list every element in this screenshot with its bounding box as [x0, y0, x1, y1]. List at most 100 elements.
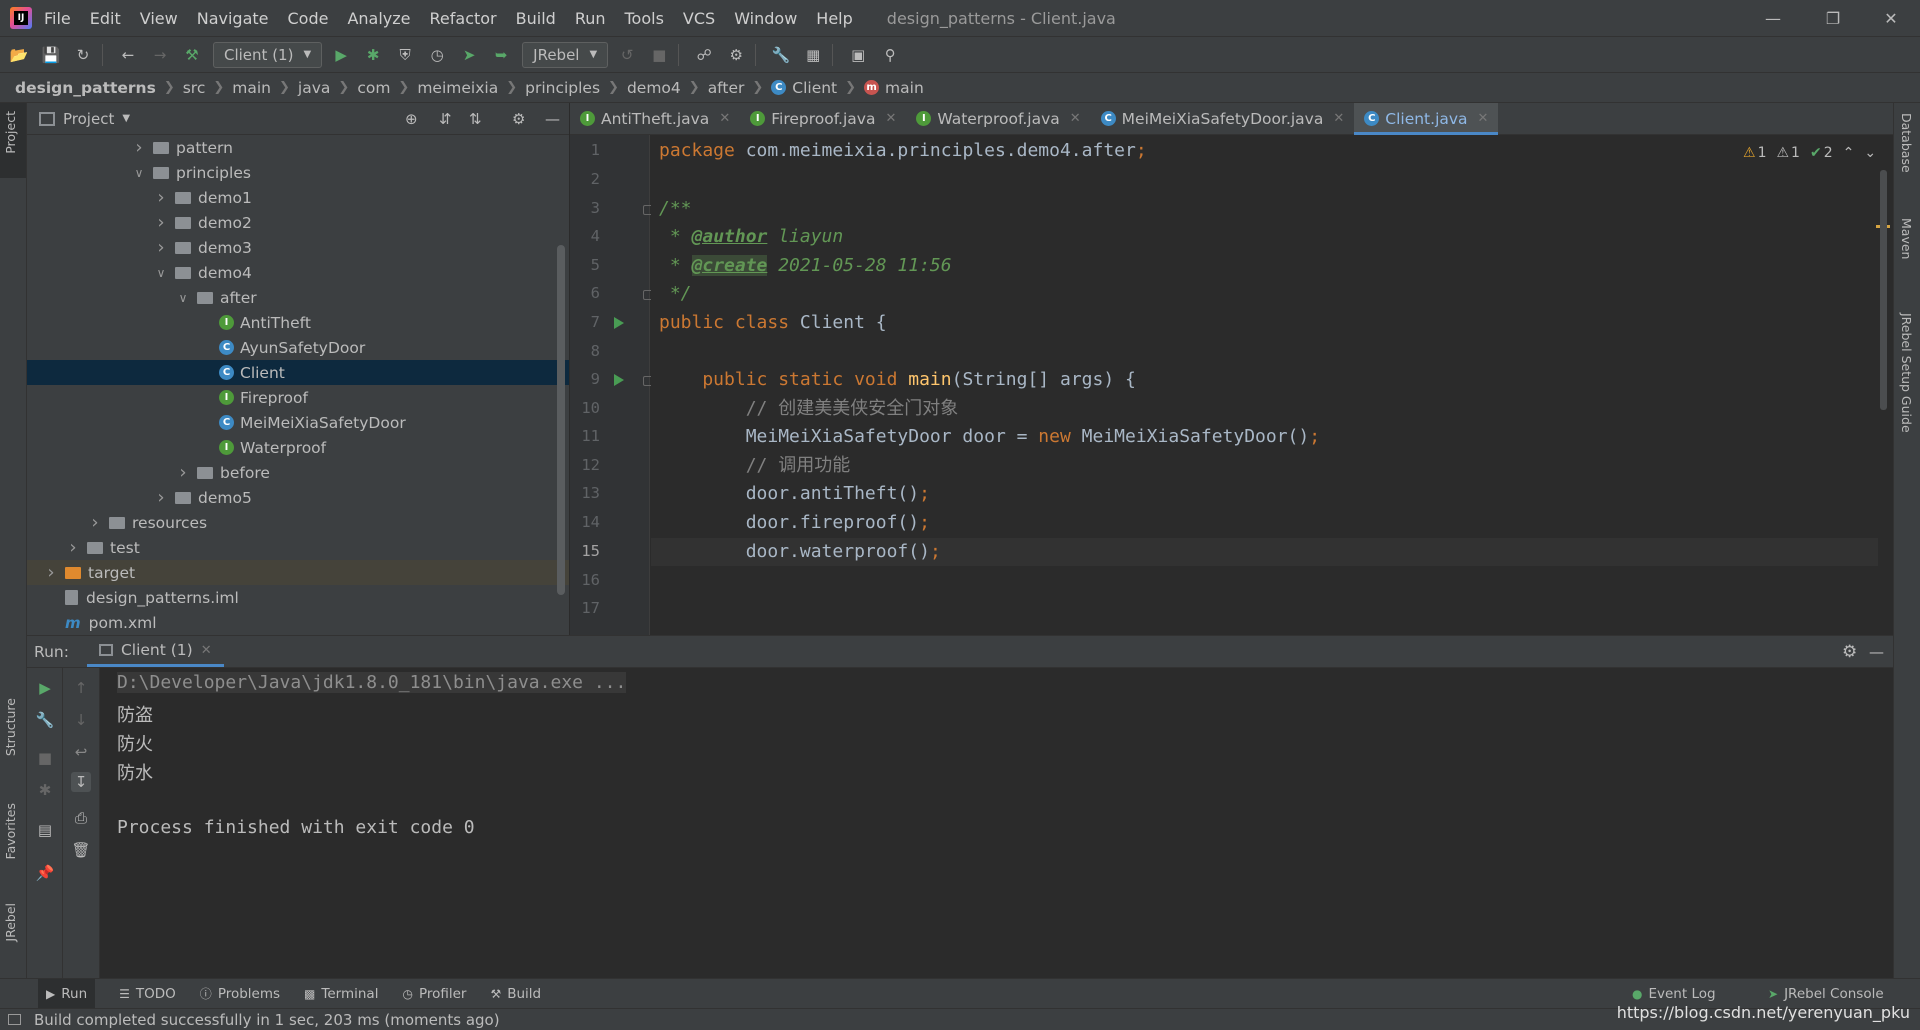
tab-client[interactable]: C Client.java ✕ — [1354, 102, 1499, 135]
menu-edit[interactable]: Edit — [90, 9, 121, 28]
update-icon[interactable]: ⚙ — [723, 42, 749, 68]
tab-fireproof[interactable]: I Fireproof.java ✕ — [740, 103, 906, 135]
inspection-widget[interactable]: ⚠ 1 ⚠ 1 ✔ 2 ⌃ ⌄ — [1733, 143, 1876, 163]
structure-tool-tab[interactable]: Structure — [3, 698, 18, 756]
restore-icon[interactable]: ❐ — [1810, 0, 1856, 36]
breadcrumb-item[interactable]: main — [232, 79, 271, 97]
layout-icon[interactable]: ▤ — [35, 820, 55, 840]
tree-item[interactable]: m pom.xml — [27, 610, 569, 635]
line-number[interactable]: 15 — [570, 542, 600, 560]
line-number[interactable]: 10 — [570, 399, 600, 417]
stop-icon[interactable]: ■ — [35, 748, 55, 768]
hide-panel-icon[interactable]: — — [545, 110, 560, 128]
run-gutter-icon[interactable] — [614, 317, 624, 329]
breadcrumb-item[interactable]: after — [708, 79, 745, 97]
menu-help[interactable]: Help — [816, 9, 852, 28]
tree-item[interactable]: › demo2 — [27, 210, 569, 235]
close-icon[interactable]: ✕ — [719, 111, 730, 126]
database-tool-tab[interactable]: Database — [1899, 113, 1914, 173]
sync-icon[interactable]: ↻ — [70, 42, 96, 68]
build-hammer-icon[interactable]: ⚒ — [179, 42, 205, 68]
line-number[interactable]: 2 — [570, 170, 600, 188]
breadcrumb-item[interactable]: design_patterns — [15, 79, 156, 97]
minimize-icon[interactable]: — — [1750, 0, 1796, 36]
chevron-right-icon[interactable]: › — [175, 462, 191, 483]
breadcrumb-method[interactable]: m main — [864, 79, 924, 97]
status-toggle-icon[interactable] — [8, 1014, 21, 1025]
chevron-down-icon[interactable]: ∨ — [131, 166, 147, 180]
close-icon[interactable]: ✕ — [1478, 111, 1489, 126]
close-icon[interactable]: ✕ — [885, 111, 896, 126]
chevron-right-icon[interactable]: › — [153, 237, 169, 258]
wrench-icon[interactable]: 🔧 — [35, 710, 55, 730]
close-icon[interactable]: ✕ — [1333, 111, 1344, 126]
run-tab-client[interactable]: Client (1) ✕ — [86, 636, 224, 667]
menu-view[interactable]: View — [140, 9, 178, 28]
chevron-right-icon[interactable]: › — [153, 187, 169, 208]
chevron-down-icon[interactable]: ⌄ — [1864, 145, 1876, 161]
run-icon[interactable]: ▶ — [328, 42, 354, 68]
search-icon[interactable]: ⚲ — [877, 42, 903, 68]
todo-tool-button[interactable]: ☰ TODO — [119, 986, 176, 1002]
expand-all-icon[interactable]: ⇵ — [439, 110, 452, 128]
tree-item[interactable]: I Fireproof — [27, 385, 569, 410]
trash-icon[interactable]: 🗑 — [71, 840, 91, 860]
jrebel-run-icon[interactable]: ➤ — [456, 42, 482, 68]
back-icon[interactable]: ← — [115, 42, 141, 68]
tree-item[interactable]: C AyunSafetyDoor — [27, 335, 569, 360]
breadcrumb-item[interactable]: principles — [525, 79, 600, 97]
chevron-down-icon[interactable]: ∨ — [153, 266, 169, 280]
arrow-down-icon[interactable]: ↓ — [71, 710, 91, 730]
console-output[interactable]: D:\Developer\Java\jdk1.8.0_181\bin\java.… — [100, 668, 1893, 978]
menu-vcs[interactable]: VCS — [683, 9, 715, 28]
line-number[interactable]: 4 — [570, 227, 600, 245]
jrebel-console-button[interactable]: ➤ JRebel Console — [1768, 986, 1884, 1002]
tree-item[interactable]: C Client — [27, 360, 569, 385]
jrebel-select[interactable]: JRebel ▼ — [522, 41, 609, 68]
menu-analyze[interactable]: Analyze — [347, 9, 410, 28]
close-icon[interactable]: ✕ — [201, 643, 212, 658]
project-structure-icon[interactable]: ▦ — [800, 42, 826, 68]
debug-icon[interactable]: ✱ — [35, 780, 55, 800]
tree-item[interactable]: ∨ after — [27, 285, 569, 310]
hide-panel-icon[interactable]: — — [1869, 643, 1884, 661]
editor-scrollbar[interactable] — [1880, 170, 1887, 410]
tree-item[interactable]: ∨ demo4 — [27, 260, 569, 285]
scroll-to-end-icon[interactable]: ↧ — [71, 772, 91, 792]
tree-item[interactable]: › demo5 — [27, 485, 569, 510]
maven-tool-tab[interactable]: Maven — [1899, 218, 1914, 259]
open-folder-icon[interactable]: 📂 — [6, 42, 32, 68]
menu-tools[interactable]: Tools — [625, 9, 664, 28]
stop-icon[interactable]: ■ — [646, 42, 672, 68]
pin-icon[interactable]: 📌 — [35, 863, 55, 883]
chevron-right-icon[interactable]: › — [65, 537, 81, 558]
menu-build[interactable]: Build — [516, 9, 556, 28]
chevron-right-icon[interactable]: › — [153, 487, 169, 508]
run-config-select[interactable]: Client (1) ▼ — [213, 41, 323, 68]
menu-file[interactable]: File — [44, 9, 71, 28]
attach-icon[interactable]: ☍ — [691, 42, 717, 68]
gear-icon[interactable]: ⚙ — [512, 110, 525, 128]
favorites-tool-tab[interactable]: Favorites — [3, 803, 18, 859]
line-number[interactable]: 6 — [570, 284, 600, 302]
line-number[interactable]: 16 — [570, 571, 600, 589]
breadcrumb-class[interactable]: C Client — [771, 79, 837, 97]
project-tool-tab[interactable]: Project — [0, 103, 26, 178]
jrebel-guide-tool-tab[interactable]: JRebel Setup Guide — [1899, 313, 1914, 433]
gear-icon[interactable]: ⚙ — [1842, 642, 1857, 662]
jrebel-debug-icon[interactable]: ➥ — [488, 42, 514, 68]
save-icon[interactable]: 💾 — [38, 42, 64, 68]
line-number[interactable]: 1 — [570, 141, 600, 159]
menu-code[interactable]: Code — [288, 9, 329, 28]
terminal-tool-button[interactable]: ▩ Terminal — [304, 986, 378, 1002]
close-icon[interactable]: ✕ — [1070, 111, 1081, 126]
chevron-right-icon[interactable]: › — [153, 212, 169, 233]
debug-icon[interactable]: ✱ — [360, 42, 386, 68]
breadcrumb-item[interactable]: com — [357, 79, 390, 97]
collapse-all-icon[interactable]: ⇅ — [469, 110, 482, 128]
arrow-up-icon[interactable]: ↑ — [71, 678, 91, 698]
line-number[interactable]: 12 — [570, 456, 600, 474]
tab-waterproof[interactable]: I Waterproof.java ✕ — [906, 103, 1090, 135]
print-icon[interactable]: ⎙ — [71, 808, 91, 828]
forward-icon[interactable]: → — [147, 42, 173, 68]
